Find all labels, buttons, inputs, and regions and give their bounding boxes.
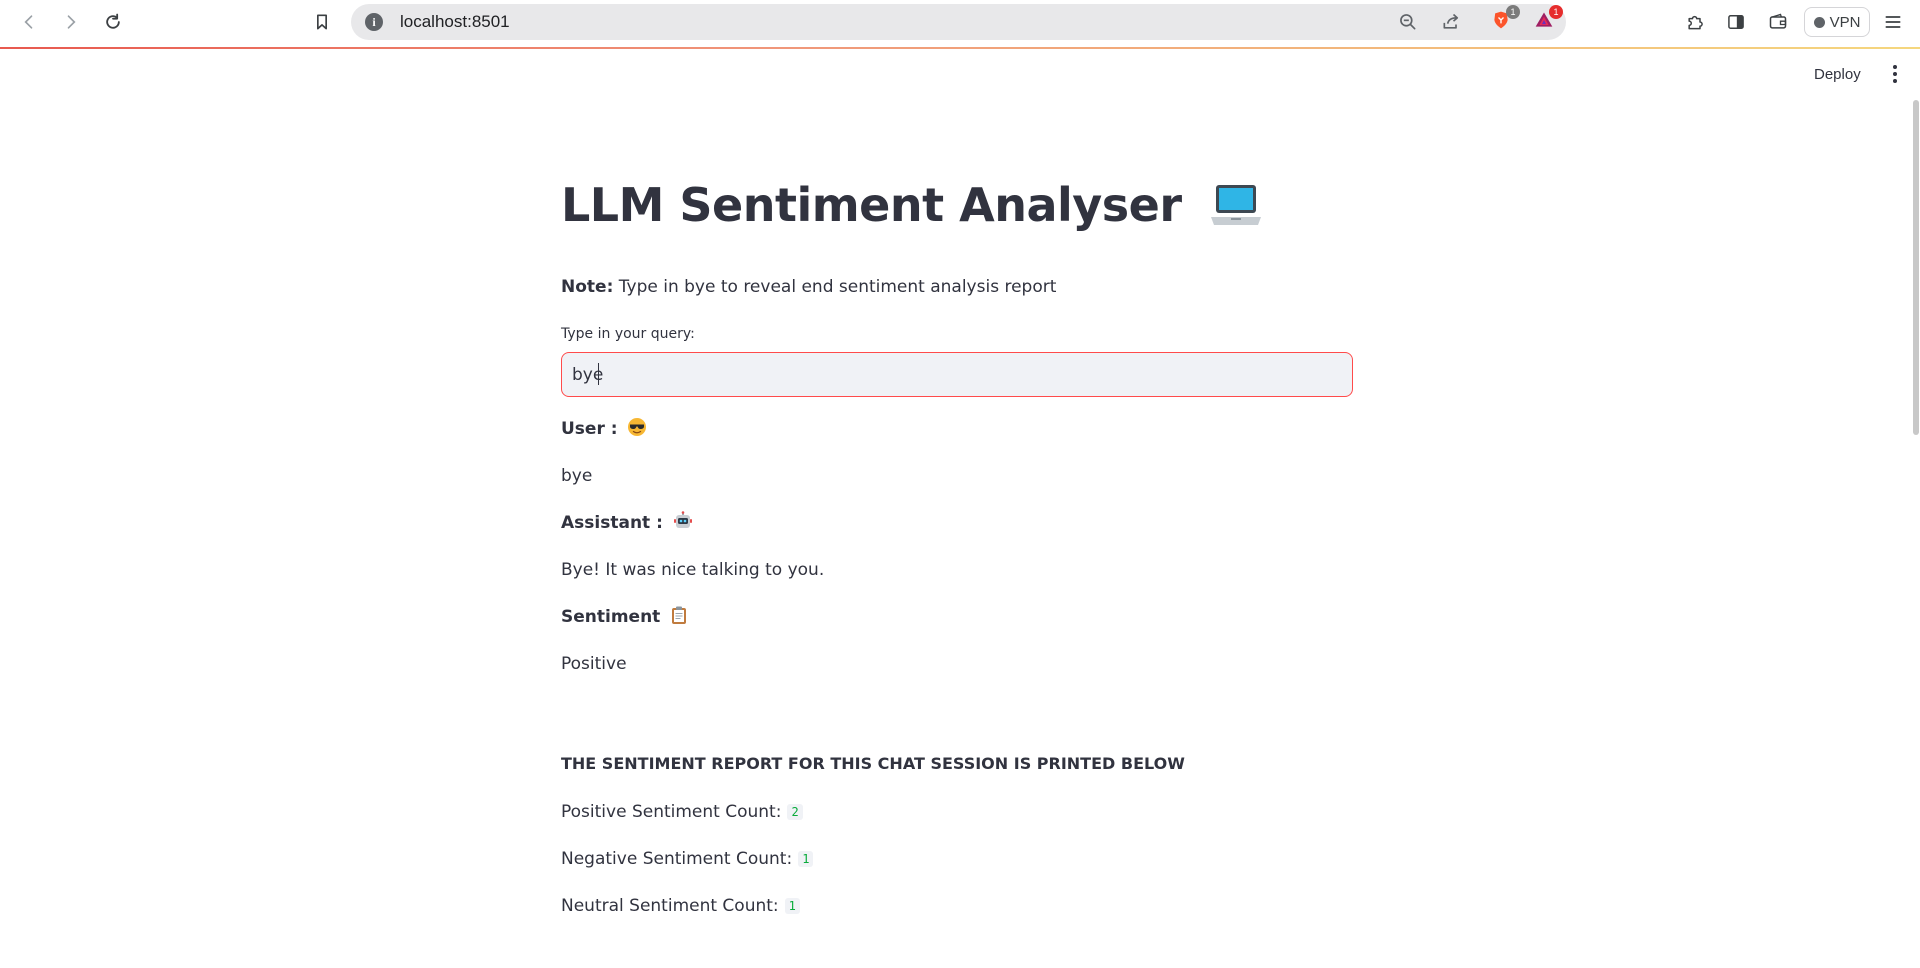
hamburger-icon xyxy=(1885,16,1901,28)
sidebar-button[interactable] xyxy=(1723,10,1749,34)
positive-count-value: 2 xyxy=(787,804,803,820)
page-loading-line xyxy=(0,47,1920,49)
forward-button[interactable] xyxy=(56,8,86,36)
assistant-label: Assistant : xyxy=(561,513,663,533)
vpn-label: VPN xyxy=(1829,13,1861,31)
rewards-badge: 1 xyxy=(1549,5,1563,19)
assistant-message: Bye! It was nice talking to you. xyxy=(561,560,825,580)
user-label-row: User : xyxy=(561,418,647,439)
deploy-button[interactable]: Deploy xyxy=(1806,62,1869,87)
sidebar-icon xyxy=(1728,15,1744,29)
vertical-dots-icon xyxy=(1893,65,1897,69)
brave-badge: 1 xyxy=(1506,5,1520,19)
vpn-button[interactable]: VPN xyxy=(1804,7,1870,37)
app-menu-button[interactable] xyxy=(1888,62,1902,86)
assistant-label-row: Assistant : xyxy=(561,511,693,533)
zoom-button[interactable] xyxy=(1396,11,1420,33)
laptop-icon xyxy=(1211,184,1262,225)
note-body: Type in bye to reveal end sentiment anal… xyxy=(618,277,1057,297)
address-bar[interactable]: i localhost:8501 xyxy=(351,4,1566,40)
sunglasses-face-icon xyxy=(628,418,647,436)
brave-rewards-button[interactable]: 1 xyxy=(1531,5,1563,32)
query-input-label: Type in your query: xyxy=(561,326,695,342)
brave-shields-button[interactable]: 1 xyxy=(1488,5,1520,32)
user-message: bye xyxy=(561,466,593,486)
browser-toolbar: i localhost:8501 1 1 VPN xyxy=(0,0,1920,47)
reload-icon xyxy=(106,13,120,29)
query-input[interactable] xyxy=(561,352,1353,397)
reload-button[interactable] xyxy=(98,8,128,36)
negative-count-label: Negative Sentiment Count: xyxy=(561,849,793,869)
neutral-count-line: Neutral Sentiment Count: 1 xyxy=(561,896,800,916)
report-header: THE SENTIMENT REPORT FOR THIS CHAT SESSI… xyxy=(561,754,1185,773)
site-info-icon[interactable]: i xyxy=(365,13,383,31)
share-icon xyxy=(1443,13,1459,29)
robot-icon xyxy=(673,511,692,528)
vpn-status-icon xyxy=(1813,16,1825,28)
wallet-icon xyxy=(1769,13,1787,29)
note-text: Note: Type in bye to reveal end sentimen… xyxy=(561,277,1056,297)
sentiment-label: Sentiment xyxy=(561,607,661,627)
scrollbar[interactable] xyxy=(1913,100,1919,435)
sentiment-label-row: Sentiment xyxy=(561,606,688,627)
url-text[interactable]: localhost:8501 xyxy=(400,12,510,32)
user-label: User : xyxy=(561,419,618,439)
chevron-right-icon xyxy=(67,15,76,29)
negative-count-value: 1 xyxy=(798,851,814,867)
positive-count-label: Positive Sentiment Count: xyxy=(561,802,782,822)
sentiment-value: Positive xyxy=(561,654,627,674)
positive-count-line: Positive Sentiment Count: 2 xyxy=(561,802,803,822)
zoom-out-icon xyxy=(1400,14,1416,30)
note-label: Note: xyxy=(561,277,614,297)
clipboard-icon xyxy=(672,606,687,624)
bookmark-icon xyxy=(317,14,327,30)
back-button[interactable] xyxy=(14,8,44,36)
negative-count-line: Negative Sentiment Count: 1 xyxy=(561,849,814,869)
extensions-button[interactable] xyxy=(1682,10,1708,34)
page-title: LLM Sentiment Analyser xyxy=(561,178,1263,233)
text-caret xyxy=(598,363,599,385)
bookmark-button[interactable] xyxy=(307,8,337,36)
page-title-text: LLM Sentiment Analyser xyxy=(561,178,1182,232)
wallet-button[interactable] xyxy=(1765,10,1791,34)
browser-menu-button[interactable] xyxy=(1880,10,1906,34)
neutral-count-label: Neutral Sentiment Count: xyxy=(561,896,779,916)
chevron-left-icon xyxy=(24,15,33,29)
neutral-count-value: 1 xyxy=(784,898,800,914)
puzzle-icon xyxy=(1688,15,1703,30)
share-button[interactable] xyxy=(1439,11,1463,33)
